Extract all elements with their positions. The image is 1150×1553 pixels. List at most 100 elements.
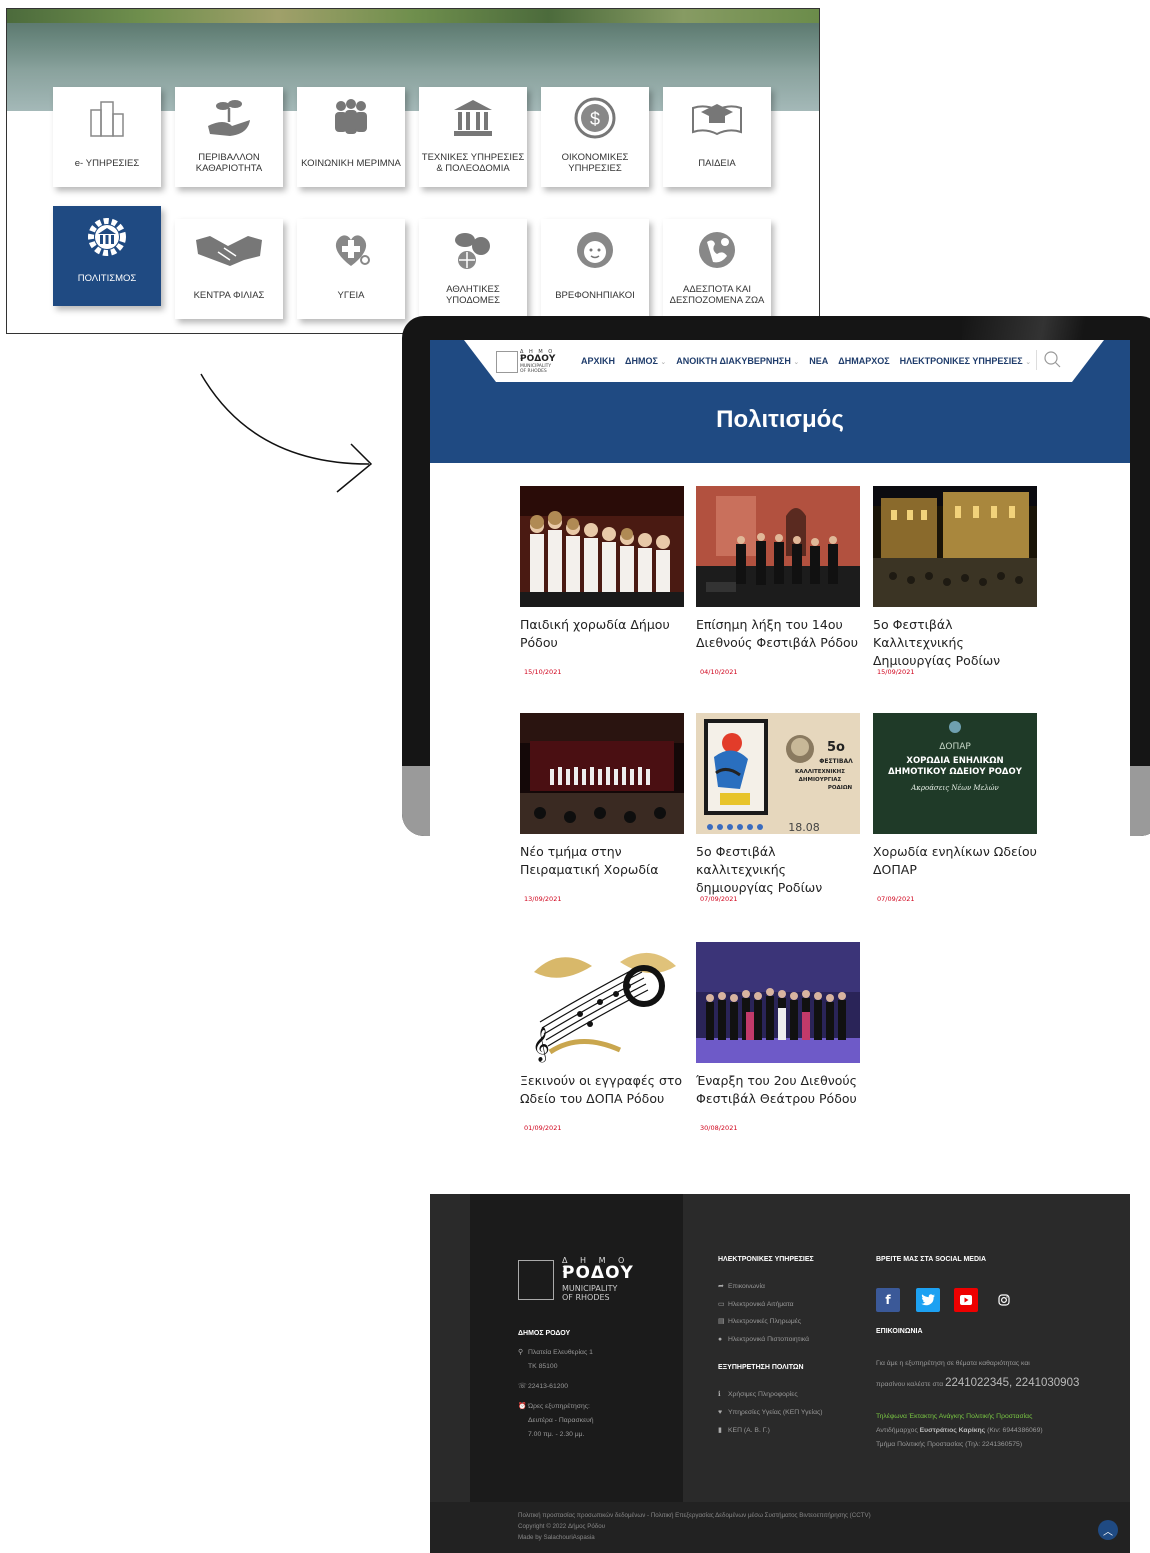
article-image[interactable]	[873, 486, 1037, 607]
site-logo[interactable]: Δ Η Μ Ο Σ ΡΟΔΟΥ MUNICIPALITY OF RHODES	[496, 349, 560, 375]
site-header: Δ Η Μ Ο Σ ΡΟΔΟΥ MUNICIPALITY OF RHODES ΑΡ…	[430, 340, 1130, 463]
nav-item-municipality[interactable]: ΔΗΜΟΣ ⌄	[620, 356, 671, 366]
article-title[interactable]: Παιδική χορωδία Δήμου Ρόδου	[520, 616, 690, 652]
columns-building-icon	[419, 95, 527, 141]
footer-address: ⚲ Πλατεία Ελευθερίας 1 ΤΚ 85100	[518, 1346, 593, 1374]
footer-emergency-title: Τηλέφωνα Έκτακτης Ανάγκης Πολιτικής Προσ…	[876, 1413, 1033, 1420]
svg-text:ΔΗΜΙΟΥΡΓΙΑΣ: ΔΗΜΙΟΥΡΓΙΑΣ	[799, 777, 842, 783]
article-title[interactable]: Επίσημη λήξη του 14ου Διεθνούς Φεστιβάλ …	[696, 616, 866, 652]
footer-emergency-line: Αντιδήμαρχος Ευστράτιος Καρίκης (Κιν: 69…	[876, 1427, 1043, 1434]
article-title[interactable]: Χορωδία ενηλίκων Ωδείου ΔΟΠΑΡ	[873, 843, 1043, 879]
footer-link[interactable]: ➦ Επικοινωνία	[718, 1280, 765, 1294]
logo-sub: MUNICIPALITY OF RHODES	[520, 364, 552, 374]
footer-contact-title: ΕΠΙΚΟΙΝΩΝΙΑ	[876, 1328, 923, 1335]
tile-label: ΒΡΕΦΟΝΗΠΙΑΚΟΙ	[555, 289, 635, 301]
article-image[interactable]	[520, 713, 684, 834]
nav-item-mayor[interactable]: ΔΗΜΑΡΧΟΣ	[833, 356, 894, 366]
article-image[interactable]	[696, 486, 860, 607]
tile-environment[interactable]: ΠΕΡΙΒΑΛΛΟΝ ΚΑΘΑΡΙΟΤΗΤΑ	[175, 87, 283, 187]
tile-technical-services[interactable]: ΤΕΧΝΙΚΕΣ ΥΠΗΡΕΣΙΕΣ & ΠΟΛΕΟΔΟΜΙΑ	[419, 87, 527, 187]
chevron-down-icon: ⌄	[1025, 359, 1032, 366]
article-title[interactable]: Νέο τμήμα στην Πειραματική Χορωδία	[520, 843, 690, 879]
footer-link[interactable]: ▭ Ηλεκτρονικά Αιτήματα	[718, 1298, 794, 1312]
location-pin-icon: ⚲	[518, 1349, 523, 1356]
svg-text:ΧΟΡΩΔΙΑ ΕΝΗΛΙΚΩΝ: ΧΟΡΩΔΙΑ ΕΝΗΛΙΚΩΝ	[906, 756, 1003, 766]
plant-hand-icon	[175, 95, 283, 141]
baby-face-icon	[541, 227, 649, 273]
tile-sports-facilities[interactable]: ΑΘΛΗΤΙΚΕΣ ΥΠΟΔΟΜΕΣ	[419, 219, 527, 319]
nav-item-home[interactable]: ΑΡΧΙΚΗ	[576, 356, 620, 366]
tile-label: ΤΕΧΝΙΚΕΣ ΥΠΗΡΕΣΙΕΣ & ΠΟΛΕΟΔΟΜΙΑ	[421, 152, 525, 174]
facebook-icon[interactable]: f	[876, 1288, 900, 1312]
footer-link[interactable]: ● Ηλεκτρονικά Πιστοποιητικά	[718, 1333, 809, 1347]
tile-education[interactable]: ΠΑΙΔΕΙΑ	[663, 87, 771, 187]
footer-contact-phones[interactable]: 2241022345, 2241030903	[945, 1377, 1079, 1389]
article-date: 15/09/2021	[877, 668, 915, 676]
article-title[interactable]: Έναρξη του 2ου Διεθνούς Φεστιβάλ Θεάτρου…	[696, 1072, 866, 1108]
tile-health[interactable]: ΥΓΕΙΑ	[297, 219, 405, 319]
nav-item-open-governance[interactable]: ΑΝΟΙΚΤΗ ΔΙΑΚΥΒΕΡΝΗΣΗ ⌄	[671, 356, 804, 366]
tile-culture[interactable]: ΠΟΛΙΤΙΣΜΟΣ	[53, 206, 161, 306]
chevron-down-icon: ⌄	[660, 359, 667, 366]
tile-stray-animals[interactable]: ΑΔΕΣΠΟΤΑ ΚΑΙ ΔΕΣΠΟΖΟΜΕΝΑ ΖΩΑ	[663, 219, 771, 319]
logo-name: ΡΟΔΟΥ	[562, 1263, 634, 1283]
logo-mark-icon	[496, 351, 518, 373]
tile-label: ΠΑΙΔΕΙΑ	[698, 157, 736, 169]
privacy-links[interactable]: Πολιτική προστασίας προσωπικών δεδομένων…	[518, 1512, 871, 1519]
globe-animal-icon	[663, 227, 771, 273]
copyright: Copyright © 2022 Δήμος Ρόδου	[518, 1523, 606, 1530]
alarm-clock-icon: ⏰	[518, 1403, 527, 1410]
tile-label: ΚΟΙΝΩΝΙΚΗ ΜΕΡΙΜΝΑ	[301, 157, 401, 169]
footer-link[interactable]: ▤ Ηλεκτρονικές Πληρωμές	[718, 1315, 801, 1329]
footer-logo[interactable]: Δ Η Μ Ο Σ ΡΟΔΟΥ MUNICIPALITY OF RHODES	[518, 1256, 638, 1302]
article-date: 15/10/2021	[524, 668, 562, 676]
back-to-top-button[interactable]: ︿	[1098, 1520, 1118, 1540]
footer-emergency-line: Τμήμα Πολιτικής Προστασίας (Τηλ: 2241360…	[876, 1441, 1023, 1448]
health-heart-icon	[297, 227, 405, 273]
svg-text:$: $	[590, 109, 600, 129]
article-image[interactable]: ΔΟΠΑΡ ΧΟΡΩΔΙΑ ΕΝΗΛΙΚΩΝ ΔΗΜΟΤΙΚΟΥ ΩΔΕΙΟΥ …	[873, 713, 1037, 834]
footer-org-title: ΔΗΜΟΣ ΡΟΔΟΥ	[518, 1330, 571, 1337]
tile-e-services[interactable]: e- ΥΠΗΡΕΣΙΕΣ	[53, 87, 161, 187]
instagram-icon[interactable]	[992, 1288, 1016, 1312]
svg-text:5ο: 5ο	[827, 740, 845, 755]
article-title[interactable]: Ξεκινούν οι εγγραφές στο Ωδείο του ΔΟΠΑ …	[520, 1072, 690, 1108]
article-title[interactable]: 5ο Φεστιβάλ Καλλιτεχνικής Δημιουργίας Ρο…	[873, 616, 1043, 670]
tile-financial-services[interactable]: $ ΟΙΚΟΝΟΜΙΚΕΣ ΥΠΗΡΕΣΙΕΣ	[541, 87, 649, 187]
article-title[interactable]: 5ο Φεστιβάλ καλλιτεχνικής δημιουργίας Ρο…	[696, 843, 866, 897]
article-image[interactable]: 5ο ΦΕΣΤΙΒΑΛ ΚΑΛΛΙΤΕΧΝΙΚΗΣ ΔΗΜΙΟΥΡΓΙΑΣ ΡΟ…	[696, 713, 860, 834]
nav-item-news[interactable]: ΝΕΑ	[804, 356, 833, 366]
article-image[interactable]	[520, 486, 684, 607]
handshake-icon	[175, 227, 283, 273]
logo-sub: MUNICIPALITY OF RHODES	[562, 1284, 618, 1302]
svg-text:ΦΕΣΤΙΒΑΛ: ΦΕΣΤΙΒΑΛ	[819, 758, 853, 765]
article-date: 07/09/2021	[700, 895, 738, 903]
info-icon: ℹ	[718, 1391, 721, 1398]
tile-label: ΚΕΝΤΡΑ ΦΙΛΙΑΣ	[193, 289, 265, 301]
people-group-icon	[297, 95, 405, 141]
tile-label: ΠΟΛΙΤΙΣΜΟΣ	[77, 272, 137, 284]
twitter-icon[interactable]	[916, 1288, 940, 1312]
tile-nurseries[interactable]: ΒΡΕΦΟΝΗΠΙΑΚΟΙ	[541, 219, 649, 319]
footer-link[interactable]: ♥ Υπηρεσίες Υγείας (ΚΕΠ Υγείας)	[718, 1406, 823, 1420]
tile-label: ΑΘΛΗΤΙΚΕΣ ΥΠΟΔΟΜΕΣ	[445, 284, 501, 306]
footer-contact-text: Για άμε η εξυπηρέτηση σε θέματα καθαριότ…	[876, 1360, 1030, 1367]
youtube-icon[interactable]	[954, 1288, 978, 1312]
tile-label: ΠΕΡΙΒΑΛΛΟΝ ΚΑΘΑΡΙΟΤΗΤΑ	[195, 152, 263, 174]
article-image[interactable]: 𝄞	[520, 942, 684, 1063]
svg-text:𝄞: 𝄞	[532, 1027, 550, 1063]
tablet-screen: Δ Η Μ Ο Σ ΡΟΔΟΥ MUNICIPALITY OF RHODES ΑΡ…	[430, 340, 1130, 1553]
buildings-icon	[53, 95, 161, 141]
footer-phone[interactable]: ☏ 22413-61200	[518, 1380, 568, 1394]
gear-building-icon	[53, 214, 161, 260]
footer-link[interactable]: ▮ ΚΕΠ (Α. Β. Γ.)	[718, 1424, 770, 1438]
nav-item-e-services[interactable]: ΗΛΕΚΤΡΟΝΙΚΕΣ ΥΠΗΡΕΣΙΕΣ ⌄	[895, 356, 1036, 366]
footer-bottom-bar: Πολιτική προστασίας προσωπικών δεδομένων…	[430, 1502, 1130, 1553]
search-button[interactable]	[1036, 350, 1061, 370]
svg-text:Ακροάσεις Νέων Μελών: Ακροάσεις Νέων Μελών	[910, 784, 999, 792]
article-image[interactable]	[696, 942, 860, 1063]
tile-social-care[interactable]: ΚΟΙΝΩΝΙΚΗ ΜΕΡΙΜΝΑ	[297, 87, 405, 187]
globe-dollar-icon: $	[541, 95, 649, 141]
tile-friendship-centers[interactable]: ΚΕΝΤΡΑ ΦΙΛΙΑΣ	[175, 219, 283, 319]
footer-link[interactable]: ℹ Χρήσιμες Πληροφορίες	[718, 1388, 798, 1402]
